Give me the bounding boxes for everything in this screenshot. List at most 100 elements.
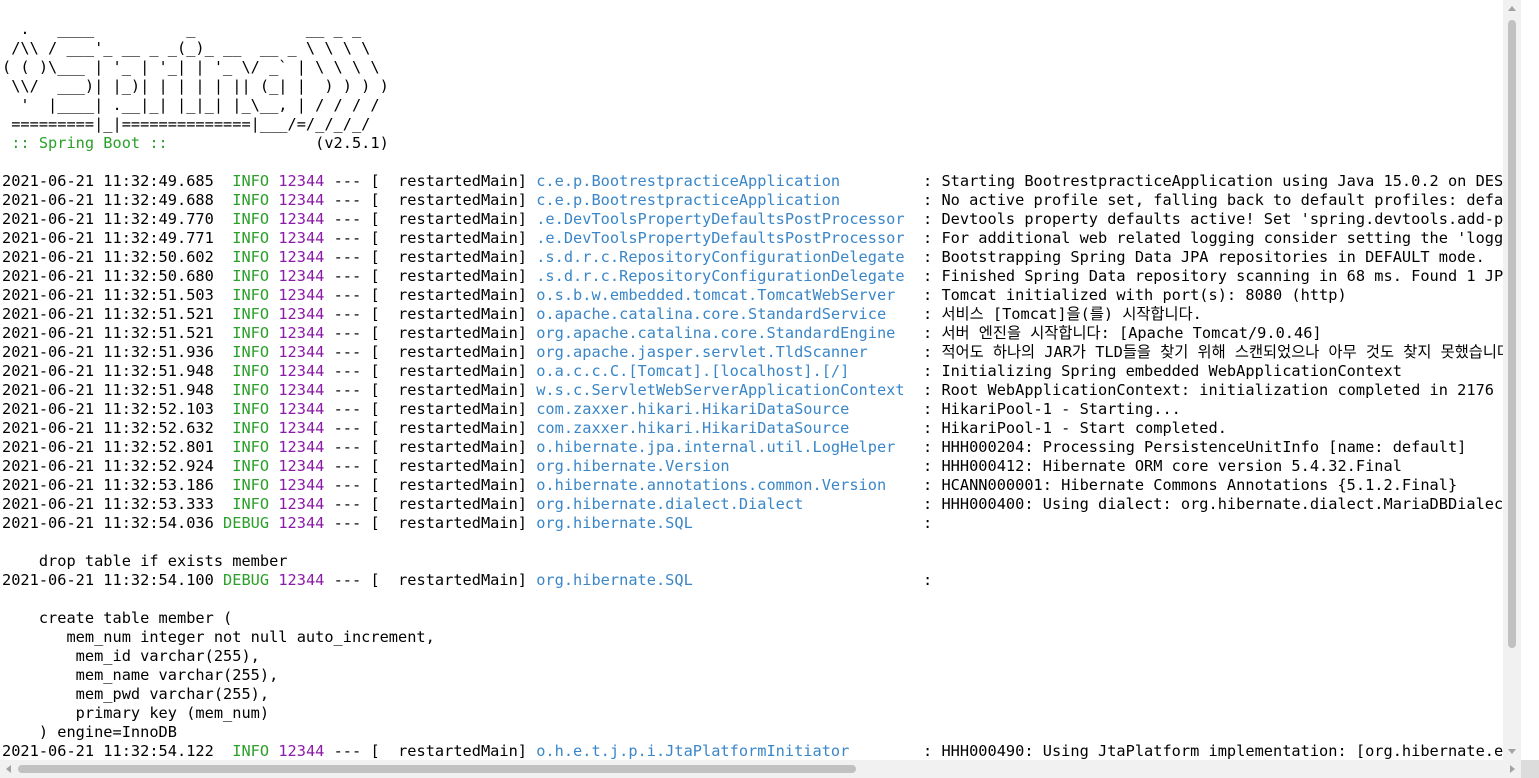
log-thread: --- [ restartedMain] <box>324 343 537 361</box>
log-level: INFO <box>223 457 270 475</box>
log-pid: 12344 <box>278 229 325 247</box>
banner-art-line: /\\ / ___'_ __ _ _(_)_ __ __ _ \ \ \ \ <box>2 39 371 57</box>
log-message: : 적어도 하나의 JAR가 TLD들을 찾기 위해 스캔되었으나 아무 것도 … <box>923 343 1521 361</box>
log-pid: 12344 <box>278 210 325 228</box>
log-logger: com.zaxxer.hikari.HikariDataSource <box>536 419 914 437</box>
log-timestamp: 2021-06-21 11:32:54.100 <box>2 571 214 589</box>
log-logger: .s.d.r.c.RepositoryConfigurationDelegate <box>536 248 914 266</box>
scroll-down-arrow-icon[interactable] <box>1503 743 1521 760</box>
scroll-right-arrow-icon[interactable] <box>1504 760 1521 778</box>
log-timestamp: 2021-06-21 11:32:54.122 <box>2 742 214 760</box>
sql-line <box>2 533 1521 552</box>
log-line: 2021-06-21 11:32:54.122 INFO 12344 --- [… <box>2 742 1521 760</box>
spring-boot-label: :: Spring Boot :: <box>2 134 177 152</box>
log-level: INFO <box>223 400 270 418</box>
log-level: INFO <box>223 305 270 323</box>
log-level: INFO <box>223 495 270 513</box>
log-level: INFO <box>223 248 270 266</box>
log-thread: --- [ restartedMain] <box>324 419 537 437</box>
log-line: 2021-06-21 11:32:50.602 INFO 12344 --- [… <box>2 248 1521 267</box>
log-message: : No active profile set, falling back to… <box>913 191 1521 209</box>
log-timestamp: 2021-06-21 11:32:49.688 <box>2 191 214 209</box>
log-message: : HHH000204: Processing PersistenceUnitI… <box>913 438 1467 456</box>
log-pid: 12344 <box>278 248 325 266</box>
log-level: INFO <box>223 438 270 456</box>
log-logger: o.hibernate.annotations.common.Version <box>536 476 914 494</box>
log-timestamp: 2021-06-21 11:32:53.333 <box>2 495 214 513</box>
log-thread: --- [ restartedMain] <box>324 742 537 760</box>
log-pid: 12344 <box>278 400 325 418</box>
scroll-left-arrow-icon[interactable] <box>0 760 17 778</box>
log-level: INFO <box>223 742 270 760</box>
log-thread: --- [ restartedMain] <box>324 457 537 475</box>
log-thread: --- [ restartedMain] <box>324 286 537 304</box>
sql-line: ) engine=InnoDB <box>2 723 177 741</box>
log-level: INFO <box>223 362 270 380</box>
log-level: DEBUG <box>223 514 270 532</box>
log-line: 2021-06-21 11:32:53.333 INFO 12344 --- [… <box>2 495 1521 514</box>
log-level: INFO <box>223 286 270 304</box>
log-timestamp: 2021-06-21 11:32:52.924 <box>2 457 214 475</box>
log-message: : HHH000412: Hibernate ORM core version … <box>913 457 1402 475</box>
log-level: INFO <box>223 324 270 342</box>
log-thread: --- [ restartedMain] <box>324 324 537 342</box>
log-message: : Bootstrapping Spring Data JPA reposito… <box>913 248 1485 266</box>
log-level: INFO <box>223 210 270 228</box>
sql-line: mem_num integer not null auto_increment, <box>2 628 435 646</box>
log-logger: org.apache.catalina.core.StandardEngine <box>536 324 914 342</box>
log-timestamp: 2021-06-21 11:32:51.521 <box>2 305 214 323</box>
log-pid: 12344 <box>278 476 325 494</box>
log-pid: 12344 <box>278 742 325 760</box>
log-level: INFO <box>223 381 270 399</box>
horizontal-scrollbar[interactable] <box>0 760 1521 778</box>
log-logger: org.hibernate.SQL <box>536 514 914 532</box>
sql-line: primary key (mem_num) <box>2 704 270 722</box>
log-thread: --- [ restartedMain] <box>324 476 537 494</box>
log-level: INFO <box>223 172 270 190</box>
spring-boot-banner: . ____ _ __ _ _ /\\ / ___'_ __ _ _(_)_ _… <box>2 20 389 153</box>
log-timestamp: 2021-06-21 11:32:49.771 <box>2 229 214 247</box>
log-timestamp: 2021-06-21 11:32:51.521 <box>2 324 214 342</box>
log-logger: com.zaxxer.hikari.HikariDataSource <box>536 400 914 418</box>
log-level: INFO <box>223 343 270 361</box>
log-line: 2021-06-21 11:32:51.948 INFO 12344 --- [… <box>2 381 1521 400</box>
log-thread: --- [ restartedMain] <box>324 305 537 323</box>
log-thread: --- [ restartedMain] <box>324 362 537 380</box>
log-thread: --- [ restartedMain] <box>324 381 537 399</box>
scroll-up-arrow-icon[interactable] <box>1503 0 1521 17</box>
log-logger: o.s.b.w.embedded.tomcat.TomcatWebServer <box>536 286 914 304</box>
log-pid: 12344 <box>278 438 325 456</box>
log-thread: --- [ restartedMain] <box>324 400 537 418</box>
log-logger: org.apache.jasper.servlet.TldScanner <box>536 343 914 361</box>
log-message: : 서버 엔진을 시작합니다: [Apache Tomcat/9.0.46] <box>913 324 1322 342</box>
log-pid: 12344 <box>278 457 325 475</box>
log-logger: w.s.c.ServletWebServerApplicationContext <box>536 381 914 399</box>
log-timestamp: 2021-06-21 11:32:49.685 <box>2 172 214 190</box>
log-message: : Root WebApplicationContext: initializa… <box>913 381 1521 399</box>
log-pid: 12344 <box>278 324 325 342</box>
log-timestamp: 2021-06-21 11:32:54.036 <box>2 514 214 532</box>
log-logger: c.e.p.BootrestpracticeApplication <box>536 172 914 190</box>
spring-boot-version: (v2.5.1) <box>176 134 389 152</box>
log-message: : Devtools property defaults active! Set… <box>913 210 1521 228</box>
log-message: : 서비스 [Tomcat]을(를) 시작합니다. <box>913 305 1202 323</box>
log-level: INFO <box>223 476 270 494</box>
horizontal-scroll-thumb[interactable] <box>18 765 856 773</box>
sql-line: mem_name varchar(255), <box>2 666 279 684</box>
scrollbar-corner <box>1521 760 1539 778</box>
sql-line: drop table if exists member <box>2 552 288 570</box>
log-line: 2021-06-21 11:32:51.948 INFO 12344 --- [… <box>2 362 1521 381</box>
log-pid: 12344 <box>278 419 325 437</box>
log-message: : <box>913 514 942 532</box>
banner-art-line: ( ( )\___ | '_ | '_| | '_ \/ _` | \ \ \ … <box>2 58 380 76</box>
log-logger: org.hibernate.dialect.Dialect <box>536 495 914 513</box>
log-pid: 12344 <box>278 495 325 513</box>
log-pid: 12344 <box>278 343 325 361</box>
vertical-scroll-thumb[interactable] <box>1508 20 1516 648</box>
log-pid: 12344 <box>278 571 325 589</box>
log-thread: --- [ restartedMain] <box>324 191 537 209</box>
vertical-scrollbar[interactable] <box>1503 0 1521 760</box>
log-thread: --- [ restartedMain] <box>324 571 537 589</box>
log-line: 2021-06-21 11:32:52.632 INFO 12344 --- [… <box>2 419 1521 438</box>
log-pid: 12344 <box>278 362 325 380</box>
